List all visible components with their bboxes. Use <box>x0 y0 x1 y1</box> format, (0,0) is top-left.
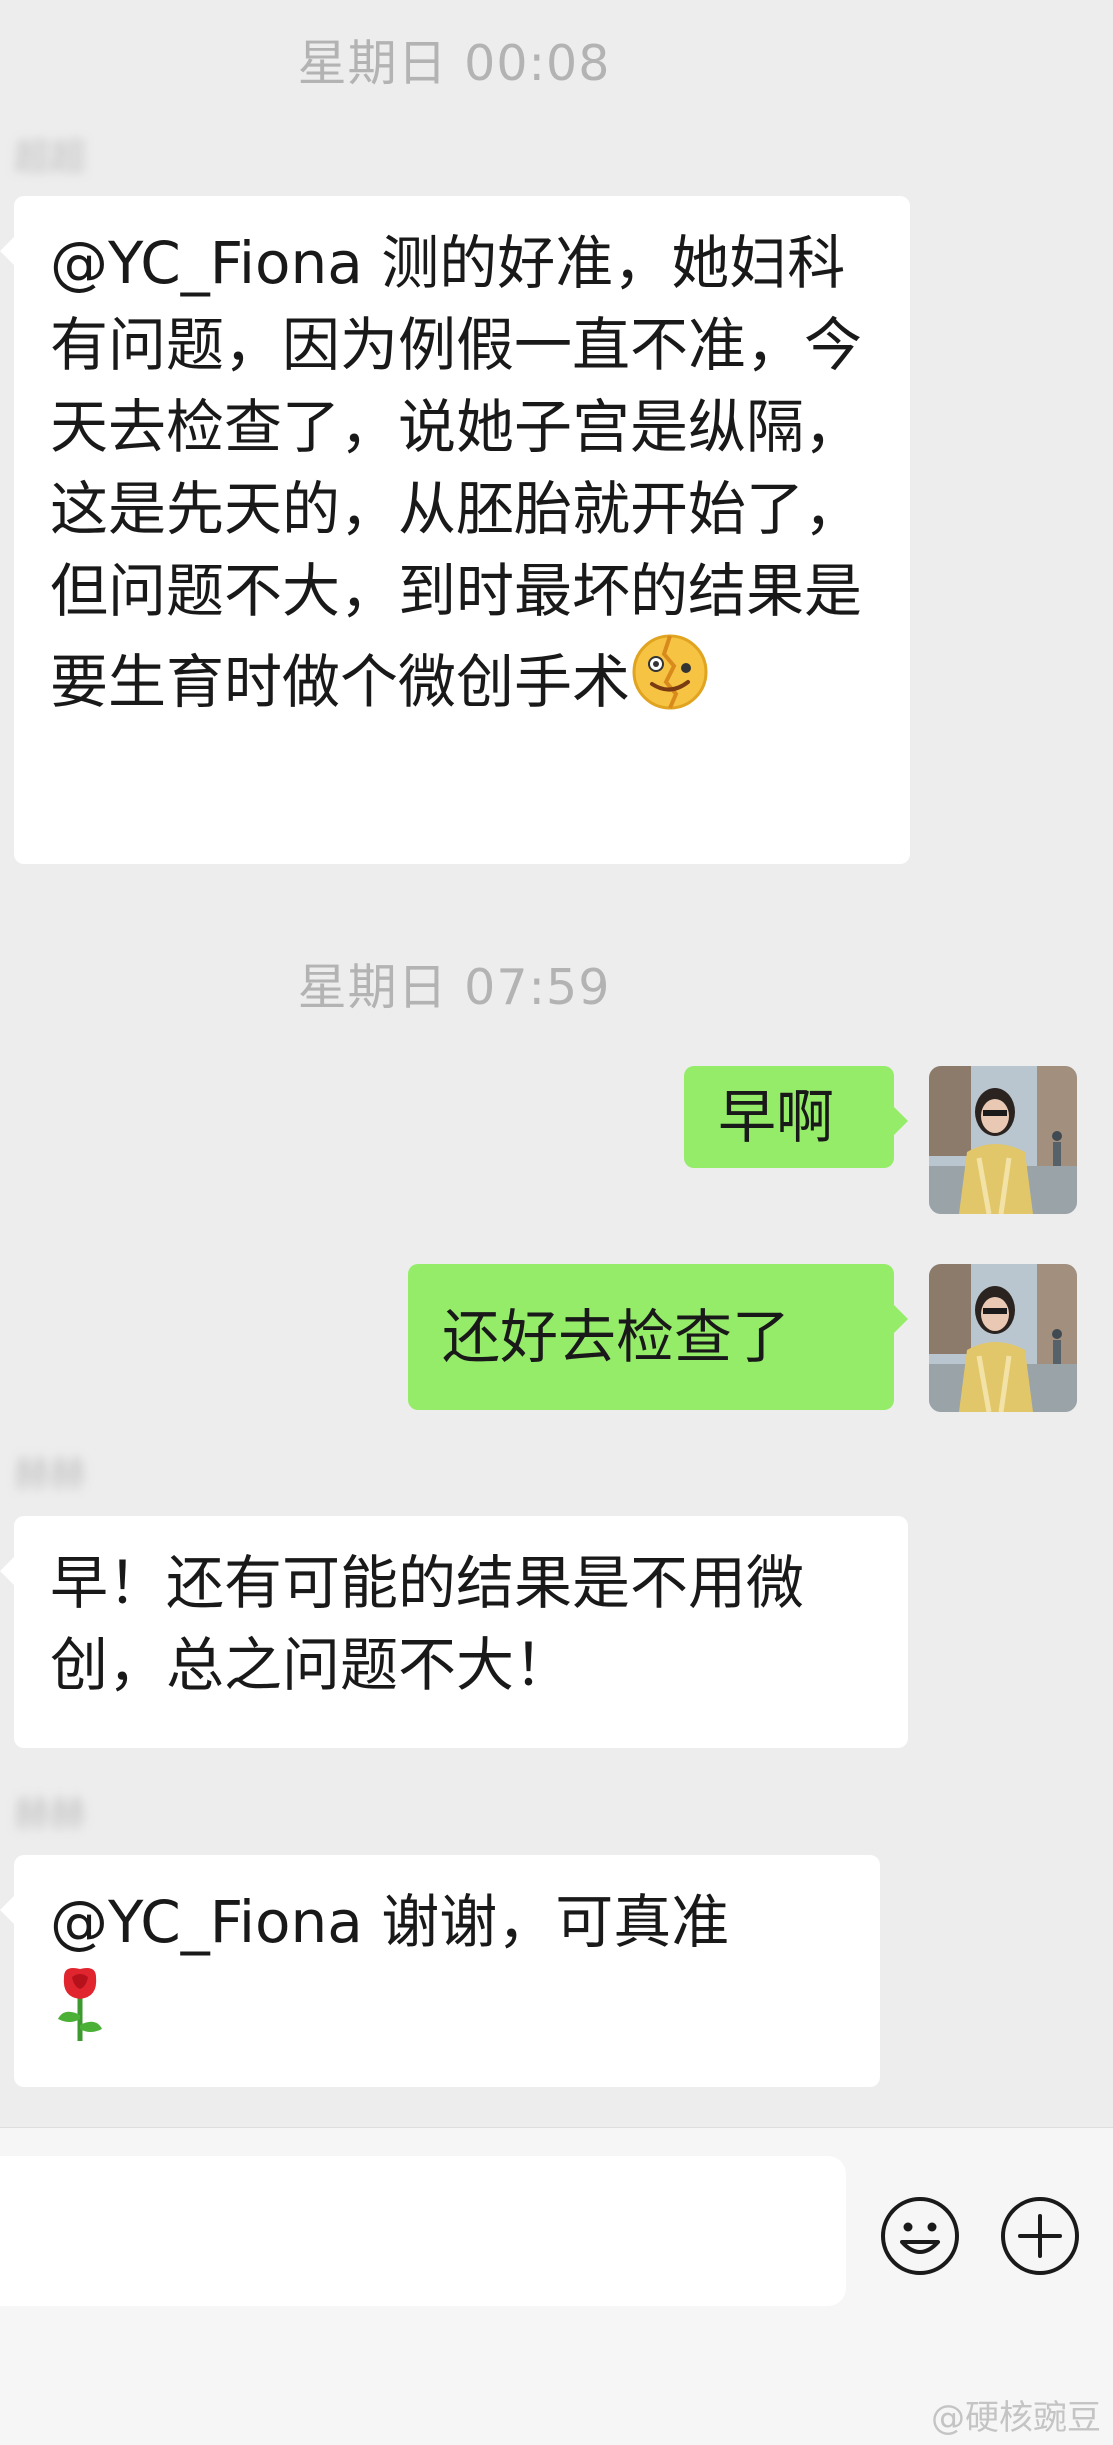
avatar[interactable] <box>929 1264 1077 1412</box>
sender-name: 赫赫 <box>14 1454 87 1495</box>
incoming-message[interactable]: 早！还有可能的结果是不用微创，总之问题不大！ <box>0 1516 908 1748</box>
outgoing-message[interactable]: 早啊 <box>684 1066 908 1168</box>
outgoing-message[interactable]: 还好去检查了 <box>408 1264 908 1410</box>
message-text: 还好去检查了 <box>442 1303 791 1371</box>
message-text: 早！还有可能的结果是不用微创，总之问题不大！ <box>50 1549 805 1699</box>
emoji-button[interactable] <box>878 2194 962 2278</box>
timestamp: 星期日 07:59 <box>297 959 611 1016</box>
timestamp: 星期日 00:08 <box>297 35 611 92</box>
incoming-message[interactable]: @YC_Fiona 谢谢，可真准 <box>0 1855 880 2087</box>
incoming-message[interactable]: @YC_Fiona 测的好准，她妇科有问题，因为例假一直不准，今天去检查了，说她… <box>0 196 910 864</box>
sender-name: 超超 <box>14 137 87 178</box>
chat-area[interactable]: 星期日 00:08 超超 @YC_Fiona 测的好准，她妇科有问题，因为例假一… <box>0 0 1113 2127</box>
smiley-icon <box>881 2197 959 2275</box>
message-input[interactable] <box>0 2156 846 2306</box>
sender-name: 赫赫 <box>14 1794 87 1835</box>
avatar[interactable] <box>929 1066 1077 1214</box>
message-text: @YC_Fiona 测的好准，她妇科有问题，因为例假一直不准，今天去检查了，说她… <box>50 229 863 716</box>
input-bar: @硬核豌豆 <box>0 2127 1113 2445</box>
message-text: @YC_Fiona 谢谢，可真准 <box>50 1888 730 1956</box>
plus-circle-icon <box>1001 2197 1079 2275</box>
more-button[interactable] <box>998 2194 1082 2278</box>
zany-face-emoji <box>630 632 710 733</box>
rose-emoji <box>50 1963 110 2064</box>
watermark: @硬核豌豆 <box>931 2398 1101 2438</box>
message-text: 早啊 <box>718 1083 835 1151</box>
